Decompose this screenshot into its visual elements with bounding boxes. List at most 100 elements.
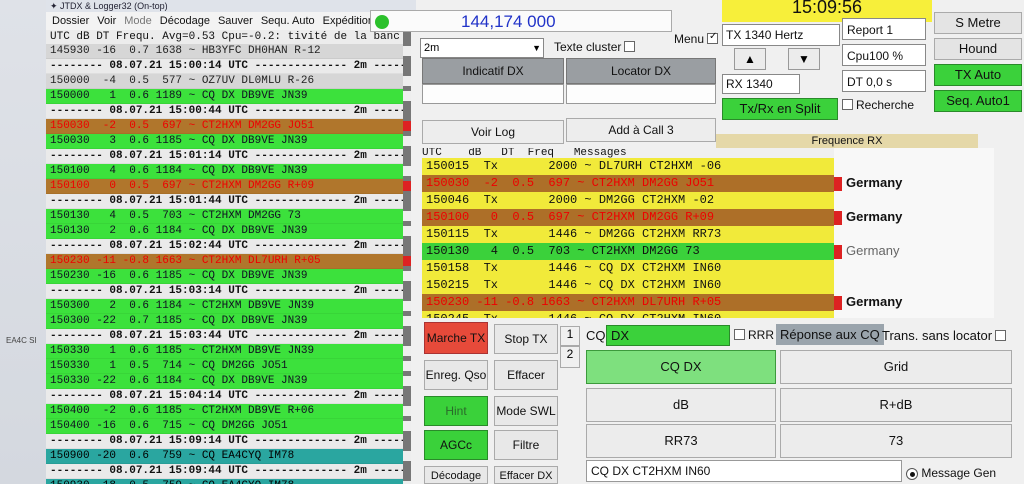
period-separator[interactable]: -------- 08.07.21 15:02:44 UTC ---------… [46, 239, 407, 254]
rx-row[interactable]: 150115 Tx 1446 ~ DM2GG CT2HXM RR73 [422, 226, 834, 243]
period-separator[interactable]: -------- 08.07.21 15:03:14 UTC ---------… [46, 284, 407, 299]
cq-input[interactable]: DX [606, 325, 730, 346]
up-arrow-icon[interactable]: ▲ [734, 48, 766, 70]
rx-row[interactable]: 150215 Tx 1446 ~ CQ DX CT2HXM IN60 [422, 277, 834, 294]
enreg-qso-button[interactable]: Enreg. Qso [424, 360, 488, 390]
mode-swl-button[interactable]: Mode SWL [494, 396, 558, 426]
band-select[interactable]: 2m ▼ [420, 38, 544, 58]
decodage-button[interactable]: Décodage [424, 466, 488, 484]
decode-row[interactable]: 150230 -11 -0.8 1663 ~ CT2HXM DL7URH R+0… [46, 254, 407, 269]
decode-row[interactable]: 150900 -20 0.6 759 ~ CQ EA4CYQ IM78 [46, 449, 407, 464]
hound-button[interactable]: Hound [934, 38, 1022, 60]
rx-row[interactable]: 150046 Tx 2000 ~ DM2GG CT2HXM -02 [422, 192, 834, 209]
decode-row[interactable]: 150330 -22 0.6 1184 ~ CQ DX DB9VE JN39 [46, 374, 407, 389]
rr73-button[interactable]: RR73 [586, 424, 776, 458]
rx-frequency-field[interactable]: RX 1340 [722, 74, 800, 94]
stop-tx-button[interactable]: Stop TX [494, 324, 558, 354]
trans-sans-locator-checkbox[interactable]: Trans. sans locator [882, 328, 1007, 343]
reponse-cq-label[interactable]: Réponse aux CQ [776, 324, 884, 345]
r-db-button[interactable]: R+dB [780, 388, 1012, 422]
menu-item-2[interactable]: Mode [124, 12, 152, 30]
decode-row[interactable]: 150930 -18 0.5 759 ~ CQ EA4CYQ IM78 [46, 479, 407, 484]
decode-row[interactable]: 150000 -4 0.5 577 ~ OZ7UV DL0MLU R-26 [46, 74, 407, 89]
row-marker [403, 301, 411, 311]
message-gen-radio[interactable]: Message Gen [906, 466, 996, 480]
period-separator[interactable]: -------- 08.07.21 15:03:44 UTC ---------… [46, 329, 407, 344]
cq-dx-button[interactable]: CQ DX [586, 350, 776, 384]
row-marker [403, 211, 411, 221]
decode-row[interactable]: 145930 -16 0.7 1638 ~ HB3YFC DH0HAN R-12 [46, 44, 407, 59]
period-separator[interactable]: -------- 08.07.21 15:00:44 UTC ---------… [46, 104, 407, 119]
db-button[interactable]: dB [586, 388, 776, 422]
decode-row[interactable]: 150330 1 0.5 714 ~ CQ DM2GG JO51 [46, 359, 407, 374]
decode-row[interactable]: 150130 2 0.6 1184 ~ CQ DX DB9VE JN39 [46, 224, 407, 239]
menu-item-3[interactable]: Décodage [160, 12, 210, 30]
rx-frequency-list[interactable]: 150015 Tx 2000 ~ DL7URH CT2HXM -06 150030… [422, 158, 834, 318]
decode-row[interactable]: 150130 4 0.5 703 ~ CT2HXM DM2GG 73 [46, 209, 407, 224]
rx-row[interactable]: 150158 Tx 1446 ~ CQ DX CT2HXM IN60 [422, 260, 834, 277]
period-separator[interactable]: -------- 08.07.21 15:00:14 UTC ---------… [46, 59, 407, 74]
tab-1[interactable]: 1 [560, 326, 580, 346]
decode-row[interactable]: 150400 -2 0.6 1185 ~ CT2HXM DB9VE R+06 [46, 404, 407, 419]
decode-row[interactable]: 150230 -16 0.6 1185 ~ CQ DX DB9VE JN39 [46, 269, 407, 284]
down-arrow-icon[interactable]: ▼ [788, 48, 820, 70]
rrr-checkbox[interactable]: RRR [734, 328, 774, 342]
dt-field[interactable]: DT 0,0 s [842, 70, 926, 92]
period-separator[interactable]: -------- 08.07.21 15:01:14 UTC ---------… [46, 149, 407, 164]
grid-button[interactable]: Grid [780, 350, 1012, 384]
73-button[interactable]: 73 [780, 424, 1012, 458]
tx-rx-split-button[interactable]: Tx/Rx en Split [722, 98, 838, 120]
rx-row[interactable]: 150230 -11 -0.8 1663 ~ CT2HXM DL7URH R+0… [422, 294, 834, 311]
rx-row[interactable]: 150100 0 0.5 697 ~ CT2HXM DM2GG R+09 [422, 209, 834, 226]
message-input[interactable]: CQ DX CT2HXM IN60 [586, 460, 902, 482]
decode-row[interactable]: 150030 -2 0.5 697 ~ CT2HXM DM2GG JO51 [46, 119, 407, 134]
menu-item-0[interactable]: Dossier [52, 12, 89, 30]
decode-row[interactable]: 150000 1 0.6 1189 ~ CQ DX DB9VE JN39 [46, 89, 407, 104]
marche-tx-button[interactable]: Marche TX [424, 322, 488, 354]
recherche-checkbox[interactable]: Recherche [842, 98, 914, 112]
seq-auto-button[interactable]: Seq. Auto1 [934, 90, 1022, 112]
row-marker [403, 151, 411, 161]
tx-auto-button[interactable]: TX Auto [934, 64, 1022, 86]
rx-row[interactable]: 150245 Tx 1446 ~ CQ DX CT2HXM IN60 [422, 311, 834, 318]
voir-log-button[interactable]: Voir Log [422, 120, 564, 144]
cpu-field[interactable]: Cpu100 % [842, 44, 926, 66]
cq-label: CQ [586, 328, 606, 343]
texte-cluster-checkbox[interactable]: Texte cluster [554, 40, 636, 54]
decode-row[interactable]: 150300 2 0.6 1184 ~ CT2HXM DB9VE JN39 [46, 299, 407, 314]
menu-item-1[interactable]: Voir [97, 12, 116, 30]
decode-row[interactable]: 150030 3 0.6 1185 ~ CQ DX DB9VE JN39 [46, 134, 407, 149]
decode-row[interactable]: 150100 0 0.5 697 ~ CT2HXM DM2GG R+09 [46, 179, 407, 194]
report-field[interactable]: Report 1 [842, 18, 926, 40]
period-separator[interactable]: -------- 08.07.21 15:09:44 UTC ---------… [46, 464, 407, 479]
period-separator[interactable]: -------- 08.07.21 15:04:14 UTC ---------… [46, 389, 407, 404]
effacer-button[interactable]: Effacer [494, 360, 558, 390]
window-title: ✦ JTDX & Logger32 (On-top) [46, 0, 416, 12]
indicatif-dx-input[interactable] [422, 84, 564, 104]
row-marker [403, 91, 411, 101]
menu-item-4[interactable]: Sauver [218, 12, 253, 30]
decode-row[interactable]: 150400 -16 0.6 715 ~ CQ DM2GG JO51 [46, 419, 407, 434]
menu-item-5[interactable]: Sequ. Auto [261, 12, 315, 30]
rx-row[interactable]: 150015 Tx 2000 ~ DL7URH CT2HXM -06 [422, 158, 834, 175]
hint-button[interactable]: Hint [424, 396, 488, 426]
menu-checkbox[interactable]: Menu [674, 31, 719, 46]
agcc-button[interactable]: AGCc [424, 430, 488, 460]
tx-frequency-field[interactable]: TX 1340 Hertz [722, 24, 840, 46]
s-metre-button[interactable]: S Metre [934, 12, 1022, 34]
tab-2[interactable]: 2 [560, 346, 580, 368]
row-marker [403, 181, 411, 191]
period-separator[interactable]: -------- 08.07.21 15:09:14 UTC ---------… [46, 434, 407, 449]
decode-row[interactable]: 150300 -22 0.7 1185 ~ CQ DX DB9VE JN39 [46, 314, 407, 329]
effacer-dx-button[interactable]: Effacer DX [494, 466, 558, 484]
rx-row[interactable]: 150030 -2 0.5 697 ~ CT2HXM DM2GG JO51 [422, 175, 834, 192]
locator-dx-input[interactable] [566, 84, 716, 104]
band-activity-panel[interactable]: UTC dB DT Frequ. Avg=0.53 Cpu=-0.2: tivi… [46, 30, 408, 484]
rx-row[interactable]: 150130 4 0.5 703 ~ CT2HXM DM2GG 73 [422, 243, 834, 260]
add-call3-button[interactable]: Add à Call 3 [566, 118, 716, 142]
decode-row[interactable]: 150100 4 0.6 1184 ~ CQ DX DB9VE JN39 [46, 164, 407, 179]
filtre-button[interactable]: Filtre [494, 430, 558, 460]
decode-row[interactable]: 150330 1 0.6 1185 ~ CT2HXM DB9VE JN39 [46, 344, 407, 359]
period-separator[interactable]: -------- 08.07.21 15:01:44 UTC ---------… [46, 194, 407, 209]
indicatif-dx-label: Indicatif DX [422, 58, 564, 84]
